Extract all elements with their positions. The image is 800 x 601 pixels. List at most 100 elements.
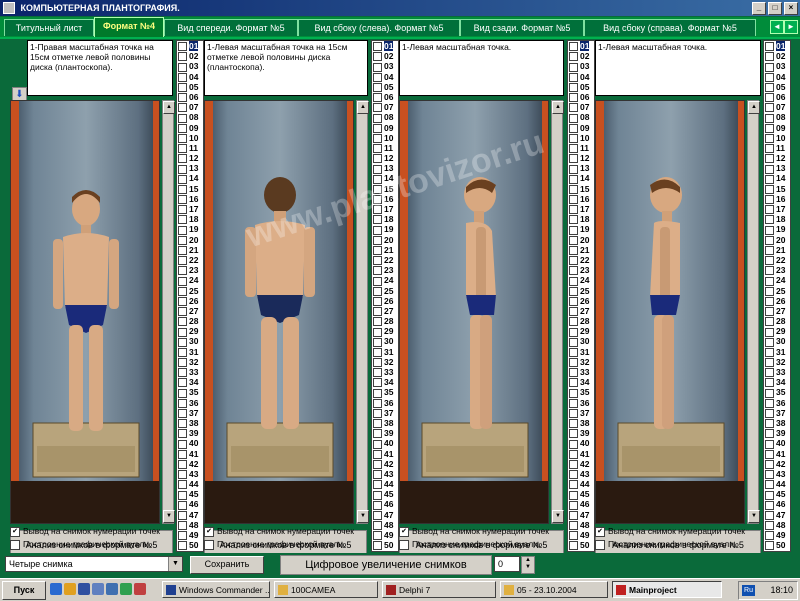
- point-row[interactable]: 14: [764, 173, 790, 184]
- task-windows-commander[interactable]: Windows Commander ...: [162, 581, 270, 598]
- checkbox-box[interactable]: [595, 539, 605, 550]
- point-row[interactable]: 38: [764, 418, 790, 429]
- point-checkbox[interactable]: [569, 235, 578, 245]
- point-checkbox[interactable]: [178, 307, 187, 317]
- point-checkbox[interactable]: [373, 184, 382, 194]
- point-checkbox[interactable]: [178, 368, 187, 378]
- task-100camea[interactable]: 100CAMEA: [274, 581, 378, 598]
- close-button[interactable]: ×: [784, 2, 798, 15]
- point-row[interactable]: 08: [372, 112, 398, 123]
- point-row[interactable]: 17: [177, 204, 203, 215]
- numbering-checkbox[interactable]: ✔ Вывод на снимок нумерации точек: [10, 526, 160, 537]
- point-checkbox[interactable]: [765, 307, 774, 317]
- point-checkbox[interactable]: [373, 409, 382, 418]
- point-checkbox[interactable]: [765, 246, 774, 255]
- point-row[interactable]: 23: [764, 265, 790, 276]
- point-checkbox[interactable]: [765, 174, 774, 184]
- point-checkbox[interactable]: [373, 235, 382, 245]
- point-row[interactable]: 18: [764, 214, 790, 225]
- point-row[interactable]: 16: [568, 194, 594, 205]
- point-checkbox[interactable]: [178, 154, 187, 164]
- point-row[interactable]: 45: [372, 489, 398, 500]
- point-row[interactable]: 03: [372, 61, 398, 72]
- point-checkbox[interactable]: [569, 144, 578, 154]
- point-checkbox[interactable]: [569, 541, 578, 551]
- point-row[interactable]: 07: [177, 102, 203, 113]
- point-row[interactable]: 36: [764, 398, 790, 408]
- point-row[interactable]: 30: [568, 336, 594, 347]
- point-checkbox[interactable]: [765, 93, 774, 103]
- point-row[interactable]: 33: [764, 367, 790, 378]
- point-row[interactable]: 06: [177, 92, 203, 103]
- point-checkbox[interactable]: [178, 480, 187, 490]
- point-checkbox[interactable]: [569, 439, 578, 449]
- point-row[interactable]: 48: [177, 520, 203, 531]
- point-checkbox[interactable]: [373, 429, 382, 439]
- point-row[interactable]: 23: [177, 265, 203, 276]
- point-checkbox[interactable]: [765, 296, 774, 306]
- point-checkbox[interactable]: [373, 368, 382, 378]
- point-row[interactable]: 05: [177, 82, 203, 92]
- point-checkbox[interactable]: [178, 184, 187, 194]
- point-row[interactable]: 03: [177, 61, 203, 72]
- point-row[interactable]: 37: [764, 408, 790, 418]
- point-row[interactable]: 29: [372, 326, 398, 337]
- point-checkbox[interactable]: [569, 93, 578, 103]
- layout-select[interactable]: Четыре снимка ▼: [5, 556, 183, 572]
- point-row[interactable]: 46: [764, 499, 790, 510]
- point-checkbox[interactable]: [178, 62, 187, 72]
- point-checkbox[interactable]: [569, 378, 578, 388]
- point-row[interactable]: 36: [372, 398, 398, 408]
- point-row[interactable]: 02: [372, 51, 398, 62]
- point-checkbox[interactable]: [373, 246, 382, 255]
- task-delphi[interactable]: Delphi 7: [382, 581, 496, 598]
- scroll-up-icon[interactable]: ▲: [163, 101, 175, 114]
- point-row[interactable]: 28: [764, 316, 790, 327]
- point-row[interactable]: 33: [372, 367, 398, 378]
- point-checkbox[interactable]: [569, 521, 578, 531]
- point-row[interactable]: 14: [177, 173, 203, 184]
- point-row[interactable]: 49: [568, 530, 594, 541]
- point-checkbox[interactable]: [765, 83, 774, 92]
- point-row[interactable]: 50: [372, 540, 398, 551]
- point-checkbox[interactable]: [569, 72, 578, 82]
- photo-scrollbar[interactable]: ▲ ▼: [551, 100, 564, 524]
- point-checkbox[interactable]: [373, 510, 382, 520]
- point-row[interactable]: 40: [764, 438, 790, 449]
- point-row[interactable]: 02: [764, 51, 790, 62]
- point-row[interactable]: 20: [764, 235, 790, 245]
- point-row[interactable]: 11: [372, 143, 398, 154]
- point-checkbox[interactable]: [178, 337, 187, 347]
- point-list-3[interactable]: 01 02 03 04 05 06 07 08 09 10 11 12 13 14 15 16 17 18 19 20…: [567, 40, 595, 552]
- point-row[interactable]: 41: [177, 449, 203, 459]
- point-checkbox[interactable]: [765, 72, 774, 82]
- user-icon[interactable]: [78, 583, 90, 595]
- point-row[interactable]: 41: [764, 449, 790, 459]
- point-row[interactable]: 43: [372, 469, 398, 480]
- point-row[interactable]: 09: [568, 123, 594, 133]
- point-checkbox[interactable]: [765, 459, 774, 469]
- point-row[interactable]: 35: [177, 387, 203, 398]
- point-checkbox[interactable]: [569, 296, 578, 306]
- task-folder-date[interactable]: 05 - 23.10.2004: [500, 581, 608, 598]
- point-row[interactable]: 42: [372, 459, 398, 469]
- point-row[interactable]: 12: [568, 153, 594, 164]
- point-row[interactable]: 19: [764, 224, 790, 235]
- point-row[interactable]: 09: [764, 123, 790, 133]
- point-checkbox[interactable]: [765, 276, 774, 286]
- point-row[interactable]: 15: [568, 184, 594, 194]
- point-row[interactable]: 39: [764, 428, 790, 439]
- point-checkbox[interactable]: [373, 83, 382, 92]
- point-row[interactable]: 43: [764, 469, 790, 480]
- point-row[interactable]: 37: [372, 408, 398, 418]
- numbering-checkbox[interactable]: ✔ Вывод на снимок нумерации точек: [204, 526, 354, 537]
- point-row[interactable]: 04: [177, 72, 203, 82]
- point-checkbox[interactable]: [178, 419, 187, 429]
- point-checkbox[interactable]: [569, 510, 578, 520]
- point-checkbox[interactable]: [178, 521, 187, 531]
- point-row[interactable]: 31: [372, 347, 398, 357]
- point-checkbox[interactable]: [373, 398, 382, 408]
- point-row[interactable]: 38: [372, 418, 398, 429]
- patient-photo-right[interactable]: [595, 100, 745, 524]
- point-row[interactable]: 24: [764, 275, 790, 286]
